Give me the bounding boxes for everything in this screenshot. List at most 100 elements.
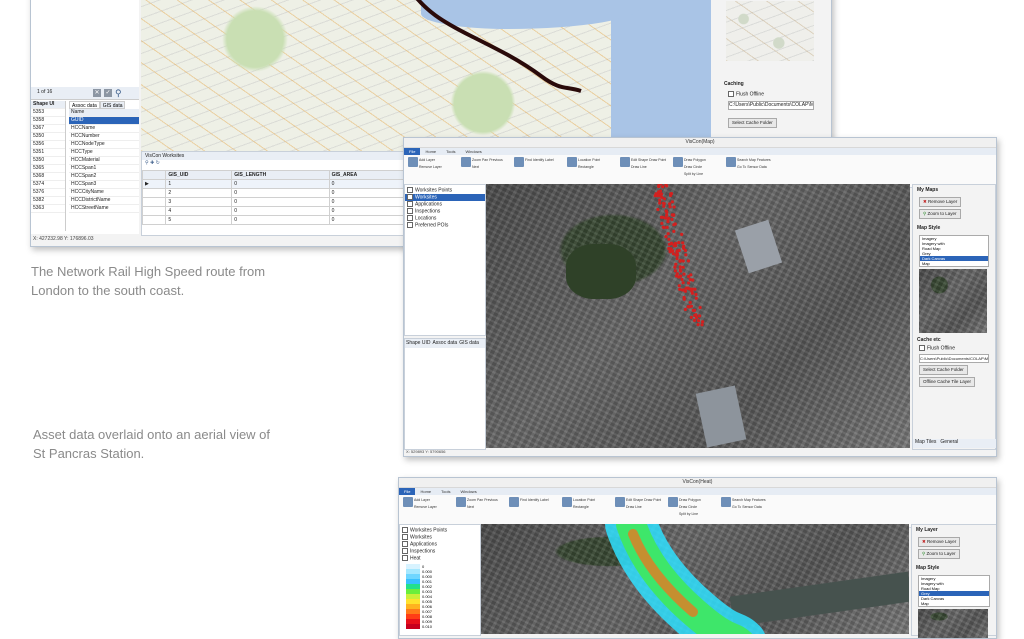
layer-item[interactable]: Inspections (405, 208, 485, 215)
list-item[interactable]: 5350 (31, 157, 65, 165)
ribbon-button-icon[interactable] (673, 157, 683, 167)
ribbon-button-icon[interactable] (726, 157, 736, 167)
asset-point[interactable] (673, 269, 677, 273)
layer-item[interactable]: Worksites Points (400, 527, 480, 534)
map-style-option[interactable]: Map (920, 261, 988, 266)
asset-point[interactable] (658, 198, 662, 202)
tab-assoc-data[interactable]: Assoc data (432, 340, 457, 347)
asset-point[interactable] (664, 235, 668, 239)
list-item[interactable]: GUID (69, 117, 139, 125)
ribbon-item[interactable]: Sensor Data (747, 164, 766, 170)
asset-point[interactable] (693, 287, 697, 291)
add-icon[interactable]: ✚ (150, 160, 154, 166)
tab-gis-data[interactable]: GIS data (459, 340, 479, 347)
check-icon[interactable]: ✓ (104, 89, 112, 97)
asset-point[interactable] (698, 314, 702, 318)
layer-item[interactable]: Worksites (405, 194, 485, 201)
ribbon-item[interactable]: Draw Line (626, 504, 642, 510)
ribbon-item[interactable]: Draw Point (644, 497, 661, 503)
cache-path-input[interactable]: C:\Users\Public\Documents\COLAP\Ma (728, 101, 814, 110)
tab-tools[interactable]: Tools (441, 148, 460, 155)
ribbon-item[interactable]: Location (573, 497, 586, 503)
ribbon-item[interactable]: Zoom (467, 497, 476, 503)
asset-point[interactable] (662, 204, 666, 208)
asset-point[interactable] (682, 244, 686, 248)
column-header[interactable]: GIS_AREA (328, 170, 411, 180)
ribbon-item[interactable]: Find (520, 497, 527, 503)
asset-point[interactable] (701, 320, 705, 324)
ribbon-item[interactable]: Previous (484, 497, 498, 503)
ribbon-item[interactable]: Previous (489, 157, 503, 163)
asset-point[interactable] (678, 265, 682, 269)
ribbon-item[interactable]: Edit Shape (626, 497, 643, 503)
asset-point[interactable] (665, 213, 669, 217)
column-header[interactable]: GIS_LENGTH (231, 170, 330, 180)
list-item[interactable]: 5358 (31, 117, 65, 125)
asset-point[interactable] (661, 185, 665, 189)
tab-home[interactable]: Home (415, 488, 436, 495)
asset-point[interactable] (670, 242, 674, 246)
asset-point[interactable] (661, 215, 665, 219)
zoom-icon[interactable]: ⚲ (145, 160, 149, 166)
list-item[interactable]: HCCNumber (69, 133, 139, 141)
layer-item[interactable]: Applications (400, 541, 480, 548)
asset-point[interactable] (666, 220, 670, 224)
asset-point[interactable] (675, 252, 679, 256)
list-item[interactable]: HCCMaterial (69, 157, 139, 165)
remove-layer-button[interactable]: ✖ Remove Layer (919, 197, 962, 207)
asset-point[interactable] (680, 232, 684, 236)
ribbon-item[interactable]: Remove Layer (414, 504, 437, 510)
asset-point[interactable] (684, 253, 688, 257)
list-item[interactable]: HCCStreetName (69, 205, 139, 213)
ribbon-item[interactable]: Sensor Data (742, 504, 761, 510)
asset-point[interactable] (660, 221, 664, 225)
layer-checkbox[interactable] (407, 187, 413, 193)
ribbon-item[interactable]: Draw Point (649, 157, 666, 163)
close-icon[interactable]: ✕ (93, 89, 101, 97)
ribbon-item[interactable]: Rectangle (573, 504, 589, 510)
layer-item[interactable]: Applications (405, 201, 485, 208)
asset-point[interactable] (667, 242, 671, 246)
heat-map[interactable] (481, 524, 909, 634)
asset-point[interactable] (662, 226, 666, 230)
asset-point[interactable] (683, 307, 687, 312)
asset-point[interactable] (671, 252, 675, 256)
asset-point[interactable] (694, 296, 698, 300)
asset-point[interactable] (661, 201, 665, 205)
list-item[interactable]: 5363 (31, 205, 65, 213)
ribbon-item[interactable]: Location (578, 157, 591, 163)
asset-point[interactable] (679, 269, 683, 273)
list-item[interactable]: 5350 (31, 133, 65, 141)
zoom-to-layer-button[interactable]: ⚲ Zoom to Layer (919, 209, 961, 219)
list-item[interactable]: 5368 (31, 173, 65, 181)
ribbon-item[interactable]: Draw Circle (684, 164, 702, 170)
layer-item[interactable]: Worksites Points (405, 187, 485, 194)
ribbon-button-icon[interactable] (456, 497, 466, 507)
list-item[interactable]: 5351 (31, 149, 65, 157)
layer-checkbox[interactable] (402, 555, 408, 561)
asset-point[interactable] (681, 281, 685, 285)
asset-point[interactable] (683, 248, 688, 253)
asset-point[interactable] (674, 262, 678, 266)
asset-point[interactable] (696, 319, 701, 323)
list-item[interactable]: 5365 (31, 165, 65, 173)
ribbon-item[interactable]: Point (587, 497, 595, 503)
asset-point[interactable] (672, 205, 676, 209)
asset-point[interactable] (694, 292, 698, 297)
asset-point[interactable] (685, 286, 690, 290)
map-style-list[interactable]: Imagery Imagery with Road Map Grey Dark Canv… (919, 235, 989, 267)
asset-point[interactable] (659, 192, 664, 196)
layer-item[interactable]: Locations (405, 215, 485, 222)
ribbon-button-icon[interactable] (620, 157, 630, 167)
layer-checkbox[interactable] (402, 534, 408, 540)
list-item[interactable]: 5353 (31, 109, 65, 117)
asset-point[interactable] (677, 241, 681, 245)
asset-point[interactable] (678, 287, 682, 291)
ribbon-item[interactable]: Next (472, 164, 479, 170)
ribbon-item[interactable]: Go To (732, 504, 741, 510)
ribbon-item[interactable]: Identify (533, 157, 544, 163)
ribbon-button-icon[interactable] (509, 497, 519, 507)
ribbon-button-icon[interactable] (615, 497, 625, 507)
ribbon-item[interactable]: Search Map Features (737, 157, 771, 163)
flush-offline-checkbox[interactable]: Flush Offline (728, 91, 764, 98)
